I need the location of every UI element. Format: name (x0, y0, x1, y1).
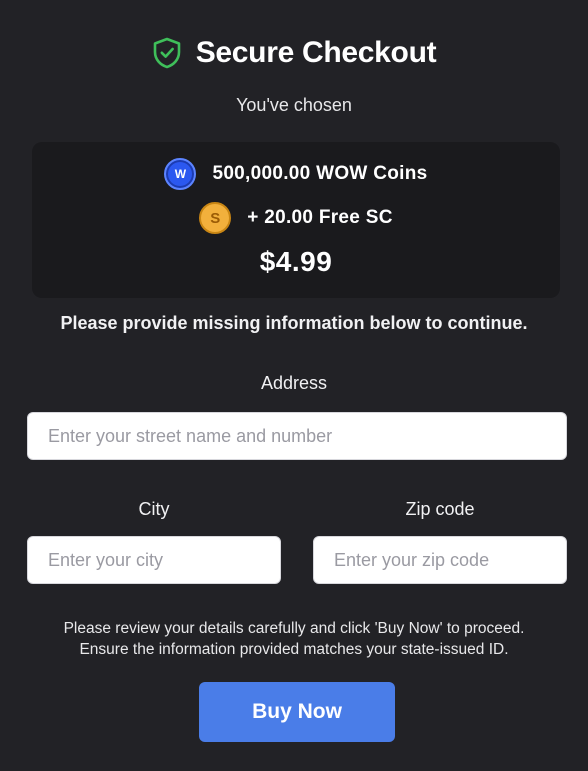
review-line-2: Ensure the information provided matches … (79, 641, 509, 658)
buy-now-button[interactable]: Buy Now (199, 682, 395, 742)
sweeps-coin-icon: S (199, 202, 232, 234)
missing-info-notice: Please provide missing information below… (60, 313, 528, 333)
chosen-label: You've chosen (236, 95, 352, 115)
zip-code-input[interactable] (313, 536, 567, 584)
product-coins-text: 500,000.00 WOW Coins (212, 163, 428, 184)
checkout-page: Secure Checkout You've chosen W 500,000.… (0, 0, 588, 771)
zip-code-label: Zip code (405, 499, 475, 519)
order-summary-card: W 500,000.00 WOW Coins S + 20.00 Free SC… (32, 142, 560, 298)
review-instructions: Please review your details carefully and… (0, 618, 588, 660)
wow-coin-icon: W (164, 158, 197, 190)
address-input[interactable] (27, 412, 567, 460)
product-row-free-sc: S + 20.00 Free SC (32, 202, 560, 234)
review-line-1: Please review your details carefully and… (63, 620, 525, 637)
product-row-wow-coins: W 500,000.00 WOW Coins (32, 158, 560, 190)
city-label: City (138, 499, 170, 519)
price-label: $4.99 (259, 246, 333, 277)
city-input[interactable] (27, 536, 281, 584)
address-label: Address (260, 373, 328, 393)
page-title: Secure Checkout (195, 36, 437, 69)
shield-check-icon (153, 37, 181, 69)
product-sc-text: + 20.00 Free SC (247, 207, 393, 228)
checkout-header: Secure Checkout (0, 36, 588, 70)
